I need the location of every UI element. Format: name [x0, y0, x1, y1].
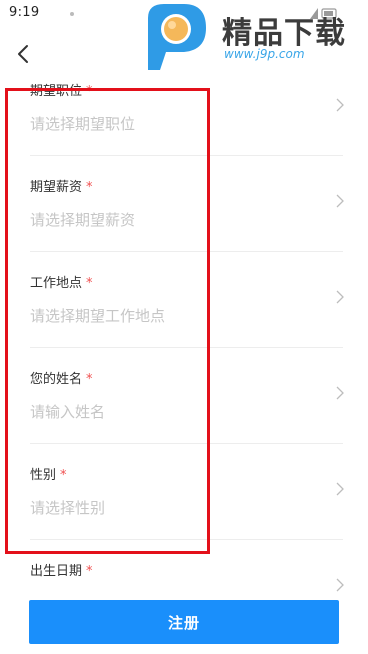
field-placeholder: 请选择期望职位 [30, 115, 136, 133]
required-mark: * [86, 276, 93, 291]
field-birth-date[interactable]: 出生日期 * [30, 540, 344, 600]
field-name[interactable]: 您的姓名 * 请输入姓名 [30, 348, 344, 444]
chevron-right-icon [336, 578, 344, 592]
field-placeholder: 请选择期望薪资 [30, 211, 136, 229]
required-mark: * [86, 372, 93, 387]
registration-form: 期望职位 * 请选择期望职位 期望薪资 * 请选择期望薪资 工作地点 * 请选择期望工… [0, 60, 368, 600]
field-gender[interactable]: 性别 * 请选择性别 [30, 444, 344, 540]
chevron-right-icon [336, 98, 344, 112]
chevron-right-icon [336, 386, 344, 400]
field-label: 期望职位 * [30, 84, 93, 99]
field-label: 性别 * [30, 468, 67, 483]
field-label: 工作地点 * [30, 276, 93, 291]
bottom-fade [0, 592, 368, 600]
notification-dot-icon [70, 12, 74, 16]
required-mark: * [86, 564, 93, 579]
required-mark: * [86, 84, 93, 99]
field-label: 您的姓名 * [30, 372, 93, 387]
registration-screen: 9:19 精品下载 www.j9p.com 期望职位 * 请选择期望职位 期望薪… [0, 0, 368, 654]
register-button[interactable]: 注册 [29, 600, 339, 644]
field-label: 出生日期 * [30, 564, 93, 579]
chevron-right-icon [336, 290, 344, 304]
required-mark: * [86, 180, 93, 195]
field-desired-salary[interactable]: 期望薪资 * 请选择期望薪资 [30, 156, 344, 252]
status-time: 9:19 [9, 5, 40, 20]
name-input[interactable]: 请输入姓名 [30, 401, 105, 422]
field-work-location[interactable]: 工作地点 * 请选择期望工作地点 [30, 252, 344, 348]
watermark-brand: 精品下载 [222, 16, 346, 51]
field-placeholder: 请选择期望工作地点 [30, 307, 166, 325]
chevron-right-icon [336, 482, 344, 496]
field-desired-position[interactable]: 期望职位 * 请选择期望职位 [30, 60, 344, 156]
field-label: 期望薪资 * [30, 180, 93, 195]
chevron-right-icon [336, 194, 344, 208]
required-mark: * [60, 468, 67, 483]
field-placeholder: 请选择性别 [30, 499, 106, 517]
watermark-url: www.j9p.com [224, 47, 305, 61]
